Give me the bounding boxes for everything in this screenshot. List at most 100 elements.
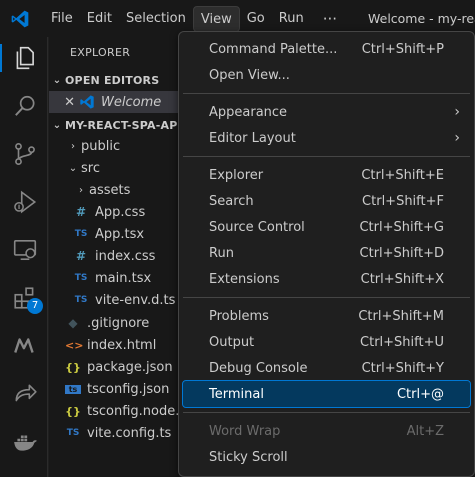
tree-item-tsconfig-node-json[interactable]: {} tsconfig.node.json [49, 400, 179, 422]
typescript-file-icon: TS [74, 273, 88, 283]
open-editors-title: OPEN EDITORS [65, 73, 160, 87]
menu-item-shortcut: Ctrl+Shift+F [362, 193, 444, 209]
open-editor-item[interactable]: ✕ Welcome [49, 91, 179, 113]
live-share-icon[interactable] [12, 381, 38, 407]
menu-separator [183, 93, 470, 94]
menu-view[interactable]: View [192, 5, 240, 32]
typescript-file-icon: TS [66, 428, 80, 438]
menu-go[interactable]: Go [240, 6, 272, 32]
tree-item-vite-config[interactable]: TS vite.config.ts [49, 422, 179, 444]
menu-item-appearance[interactable]: Appearance › [183, 99, 470, 125]
docker-icon[interactable] [12, 429, 38, 455]
css-file-icon: # [75, 205, 87, 219]
menu-item-search[interactable]: Search Ctrl+Shift+F [183, 188, 470, 214]
menu-separator [183, 297, 470, 298]
menu-item-explorer[interactable]: Explorer Ctrl+Shift+E [183, 162, 470, 188]
chevron-right-icon: › [71, 140, 75, 152]
menu-run[interactable]: Run [272, 6, 311, 32]
tree-item-index-css[interactable]: # index.css [49, 245, 179, 267]
menu-item-word-wrap: Word Wrap Alt+Z [183, 418, 470, 444]
tree-item-gitignore[interactable]: ◆ .gitignore [49, 312, 179, 334]
open-editors-header[interactable]: ⌄ OPEN EDITORS [49, 69, 179, 91]
menu-item-label: Search [209, 193, 254, 209]
menu-edit[interactable]: Edit [80, 6, 119, 32]
menu-item-shortcut: Ctrl+Shift+G [359, 219, 444, 235]
menu-item-output[interactable]: Output Ctrl+Shift+U [183, 329, 470, 355]
tree-item-src[interactable]: ⌄ src [49, 157, 179, 179]
tree-item-tsconfig-json[interactable]: ts tsconfig.json [49, 378, 179, 400]
menu-item-shortcut: Ctrl+Shift+D [359, 245, 444, 261]
tree-item-label: package.json [87, 359, 173, 375]
explorer-icon[interactable] [12, 45, 38, 71]
menu-item-label: Word Wrap [209, 423, 281, 439]
tree-item-main-tsx[interactable]: TS main.tsx [49, 267, 179, 289]
tree-item-vite-env[interactable]: TS vite-env.d.ts [49, 289, 179, 311]
menu-item-shortcut: Alt+Z [406, 423, 444, 439]
menu-item-label: Problems [209, 308, 269, 324]
menu-item-shortcut: Ctrl+Shift+Y [361, 360, 444, 376]
tree-item-package-json[interactable]: {} package.json [49, 356, 179, 378]
tree-item-public[interactable]: › public [49, 135, 179, 157]
tsconfig-file-icon: ts [65, 384, 81, 394]
menu-item-open-view[interactable]: Open View... [183, 62, 470, 88]
chevron-right-icon: › [454, 104, 460, 120]
tree-item-app-tsx[interactable]: TS App.tsx [49, 223, 179, 245]
tree-item-label: public [81, 138, 121, 154]
menu-item-label: Sticky Scroll [209, 449, 288, 465]
vscode-file-icon [80, 95, 94, 109]
project-header[interactable]: ⌄ MY-REACT-SPA-APP [49, 114, 179, 136]
run-debug-icon[interactable] [12, 189, 38, 215]
menu-item-extensions[interactable]: Extensions Ctrl+Shift+X [183, 266, 470, 292]
menu-item-label: Source Control [209, 219, 305, 235]
tree-item-label: App.css [95, 204, 146, 220]
tree-item-label: .gitignore [87, 315, 150, 331]
menu-item-sticky-scroll[interactable]: Sticky Scroll [183, 444, 470, 470]
menu-item-label: Run [209, 245, 234, 261]
chevron-down-icon: ⌄ [68, 162, 78, 174]
menu-item-terminal[interactable]: Terminal Ctrl+@ [182, 380, 471, 408]
tree-item-label: src [81, 160, 100, 176]
tree-item-assets[interactable]: › assets [49, 179, 179, 201]
menu-item-label: Editor Layout [209, 130, 296, 146]
explorer-sidebar: EXPLORER ⌄ OPEN EDITORS ✕ Welcome ⌄ MY-R… [49, 37, 179, 477]
tree-item-label: main.tsx [95, 270, 152, 286]
menu-item-shortcut: Ctrl+Shift+M [358, 308, 444, 324]
chevron-right-icon: › [79, 184, 83, 196]
menu-item-command-palette[interactable]: Command Palette... Ctrl+Shift+P [183, 36, 470, 62]
tree-item-index-html[interactable]: <> index.html [49, 334, 179, 356]
extensions-badge: 7 [27, 298, 43, 314]
typescript-file-icon: TS [74, 229, 88, 239]
menu-item-label: Explorer [209, 167, 264, 183]
typescript-file-icon: TS [74, 295, 88, 305]
chevron-down-icon: ⌄ [52, 74, 62, 86]
json-file-icon: {} [65, 360, 81, 374]
menu-item-shortcut: Ctrl+@ [396, 386, 444, 402]
menu-selection[interactable]: Selection [119, 6, 193, 32]
menu-item-shortcut: Ctrl+Shift+X [360, 271, 444, 287]
menu-item-editor-layout[interactable]: Editor Layout › [183, 125, 470, 151]
menu-item-label: Open View... [209, 67, 290, 83]
menu-separator [183, 412, 470, 413]
mongodb-icon[interactable] [12, 333, 38, 359]
tree-item-label: index.html [87, 337, 157, 353]
source-control-icon[interactable] [12, 141, 38, 167]
search-icon[interactable] [12, 93, 38, 119]
menu-item-label: Debug Console [209, 360, 308, 376]
menu-item-label: Extensions [209, 271, 280, 287]
window-title: Welcome - my-react [368, 11, 475, 26]
menu-item-source-control[interactable]: Source Control Ctrl+Shift+G [183, 214, 470, 240]
menu-item-shortcut: Ctrl+Shift+E [361, 167, 444, 183]
menu-item-debug-console[interactable]: Debug Console Ctrl+Shift+Y [183, 355, 470, 381]
menu-separator [183, 156, 470, 157]
remote-explorer-icon[interactable] [12, 237, 38, 263]
tree-item-app-css[interactable]: # App.css [49, 201, 179, 223]
tree-item-label: App.tsx [95, 226, 145, 242]
close-icon[interactable]: ✕ [49, 95, 75, 110]
menu-item-problems[interactable]: Problems Ctrl+Shift+M [183, 303, 470, 329]
vscode-logo-icon[interactable] [10, 9, 30, 29]
menu-file[interactable]: File [44, 6, 80, 32]
menu-item-label: Appearance [209, 104, 288, 120]
menu-item-run[interactable]: Run Ctrl+Shift+D [183, 240, 470, 266]
menu-item-shortcut: Ctrl+Shift+P [361, 41, 444, 57]
more-menus-icon[interactable]: ··· [311, 10, 349, 28]
